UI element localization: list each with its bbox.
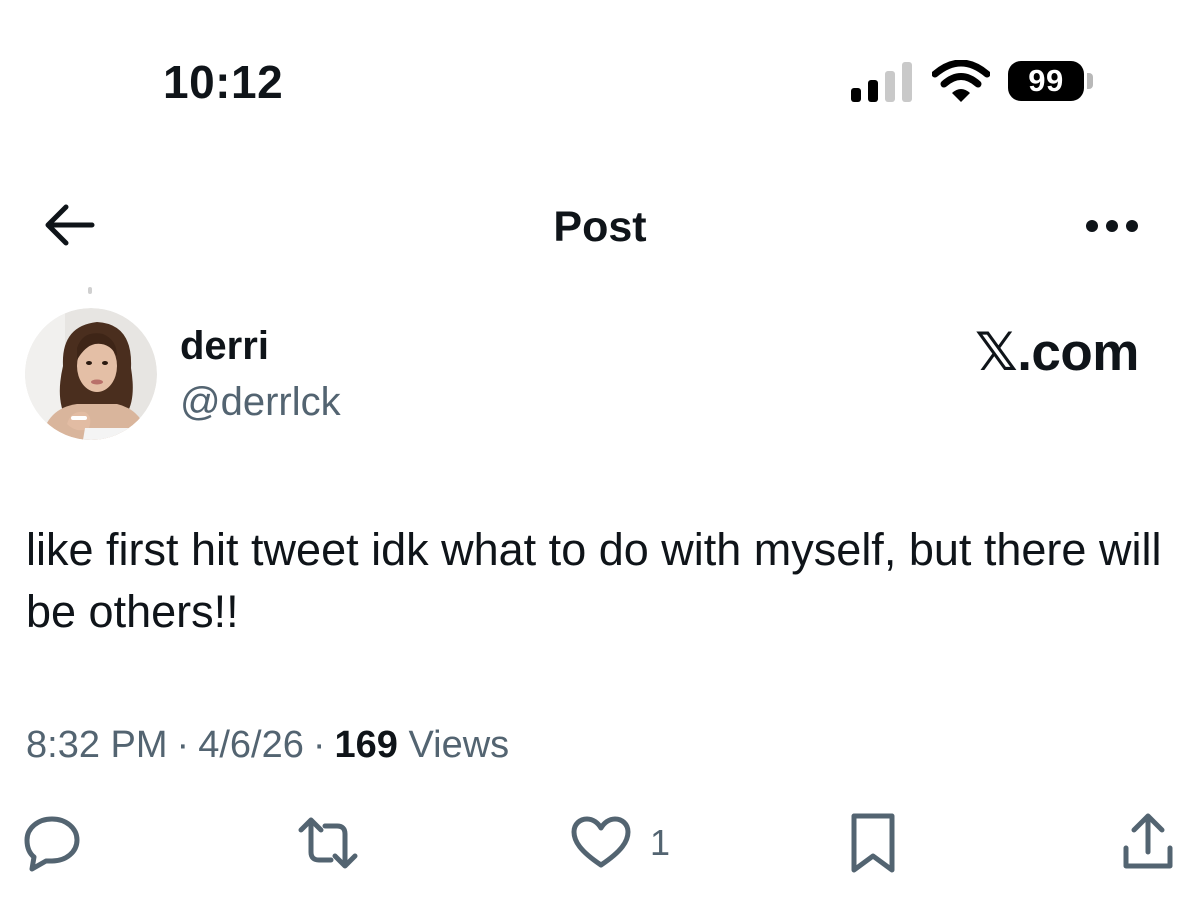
battery-level: 99: [1028, 63, 1064, 98]
post-time: 8:32 PM: [26, 724, 168, 766]
post-date: 4/6/26: [198, 724, 304, 766]
author-name[interactable]: derri: [180, 322, 269, 370]
battery-cap: [1087, 73, 1093, 89]
status-time: 10:12: [163, 56, 284, 108]
views-label[interactable]: Views: [408, 724, 509, 766]
post-meta: 8:32 PM · 4/6/26 · 169 Views: [26, 720, 509, 770]
avatar[interactable]: [25, 308, 157, 440]
meta-separator: ·: [312, 724, 326, 766]
reply-icon[interactable]: [22, 814, 82, 872]
bookmark-icon[interactable]: [848, 812, 898, 874]
post-text: like first hit tweet idk what to do with…: [26, 524, 1162, 637]
x-watermark: 𝕏.com: [975, 323, 1139, 382]
meta-separator: ·: [176, 724, 190, 766]
battery-icon: 99: [1008, 61, 1084, 101]
like-icon[interactable]: [570, 815, 632, 871]
wifi-icon: [932, 60, 990, 102]
author-handle[interactable]: @derrlck: [180, 378, 341, 426]
back-arrow-icon[interactable]: [40, 200, 96, 250]
like-count: 1: [650, 822, 671, 863]
retweet-icon[interactable]: [297, 816, 359, 870]
page-title: Post: [553, 203, 647, 251]
views-count: 169: [334, 724, 398, 766]
signal-icon: [851, 62, 912, 102]
decorative-mark: [88, 287, 92, 294]
share-icon[interactable]: [1120, 812, 1176, 872]
more-icon[interactable]: [1084, 214, 1140, 238]
